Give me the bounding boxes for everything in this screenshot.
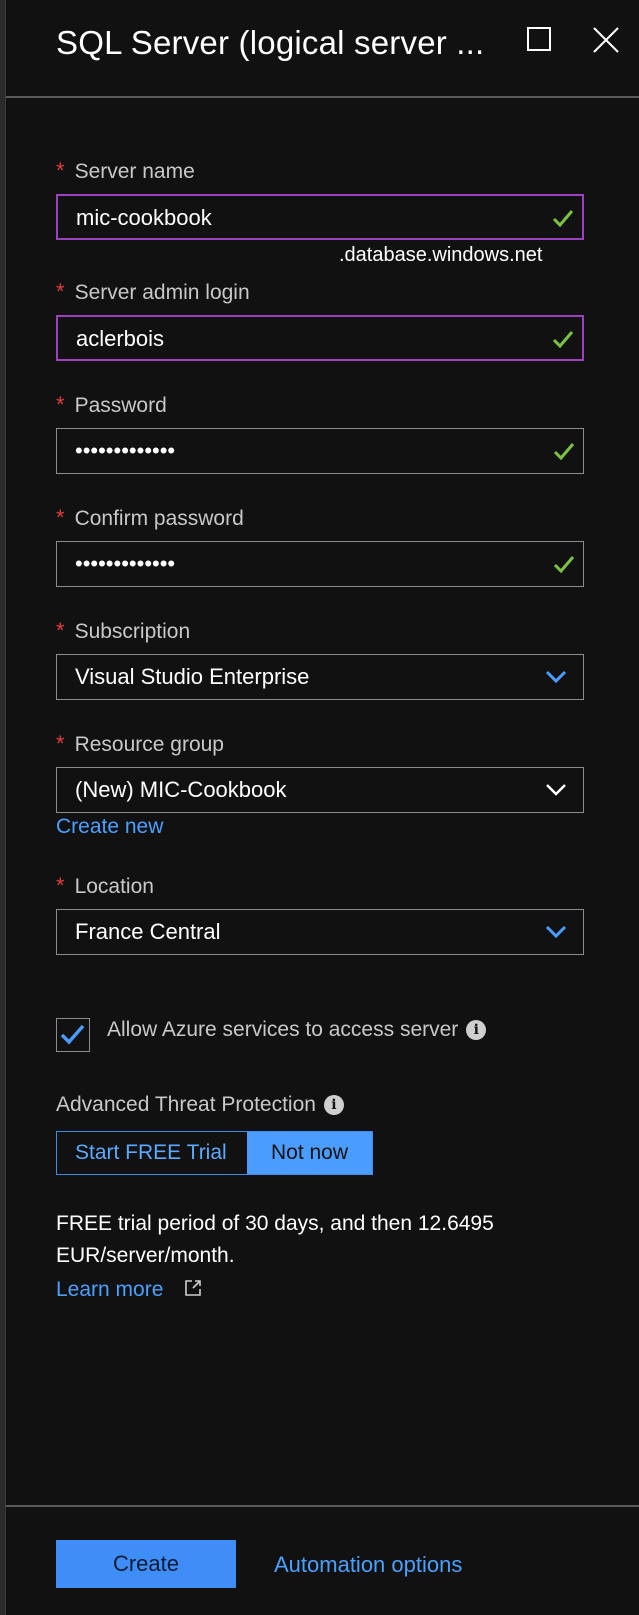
atp-description: FREE trial period of 30 days, and then 1… [56, 1212, 494, 1267]
valid-check-icon [553, 443, 575, 461]
chevron-down-icon [545, 670, 567, 684]
password-label: * Password [56, 392, 167, 417]
location-label: * Location [56, 873, 154, 898]
password-input[interactable]: ••••••••••••• [56, 428, 584, 474]
create-button[interactable]: Create [56, 1540, 236, 1588]
close-icon [593, 27, 619, 53]
info-icon[interactable]: i [466, 1020, 487, 1041]
blade-header: SQL Server (logical server ... [6, 0, 639, 98]
automation-options-link[interactable]: Automation options [274, 1552, 462, 1578]
server-name-label: * Server name [56, 158, 195, 183]
checkmark-icon [60, 1024, 85, 1045]
admin-login-input[interactable]: aclerbois [56, 315, 584, 361]
server-name-suffix: .database.windows.net [339, 244, 543, 266]
start-free-trial-option[interactable]: Start FREE Trial [57, 1132, 247, 1174]
create-new-link[interactable]: Create new [56, 815, 163, 839]
external-link-icon [185, 1280, 202, 1296]
valid-check-icon [552, 210, 574, 228]
resource-group-label: * Resource group [56, 731, 224, 756]
resource-group-select[interactable]: (New) MIC-Cookbook [56, 767, 584, 813]
not-now-option[interactable]: Not now [247, 1132, 372, 1174]
subscription-select[interactable]: Visual Studio Enterprise [56, 654, 584, 700]
info-icon[interactable]: i [323, 1095, 344, 1116]
footer-divider [6, 1505, 639, 1507]
atp-toggle: Start FREE Trial Not now [56, 1131, 373, 1175]
chevron-down-icon [546, 784, 566, 796]
maximize-icon [527, 27, 551, 51]
location-select[interactable]: France Central [56, 909, 584, 955]
allow-azure-checkbox[interactable] [56, 1018, 90, 1052]
allow-azure-label: Allow Azure services to access server i [107, 1018, 487, 1042]
atp-label: Advanced Threat Protection i [56, 1093, 344, 1117]
confirm-password-label: * Confirm password [56, 505, 244, 530]
close-button[interactable] [590, 24, 622, 56]
valid-check-icon [552, 331, 574, 349]
confirm-password-input[interactable]: ••••••••••••• [56, 541, 584, 587]
blade-title: SQL Server (logical server ... [56, 24, 485, 61]
required-marker: * [56, 158, 65, 183]
server-name-input[interactable]: mic-cookbook [56, 194, 584, 240]
subscription-label: * Subscription [56, 618, 191, 643]
maximize-button[interactable] [524, 24, 556, 56]
learn-more-link[interactable]: Learn more [56, 1278, 203, 1302]
valid-check-icon [553, 556, 575, 574]
sql-server-blade: SQL Server (logical server ... * Server n… [5, 0, 639, 1615]
admin-login-label: * Server admin login [56, 279, 250, 304]
chevron-down-icon [545, 925, 567, 939]
